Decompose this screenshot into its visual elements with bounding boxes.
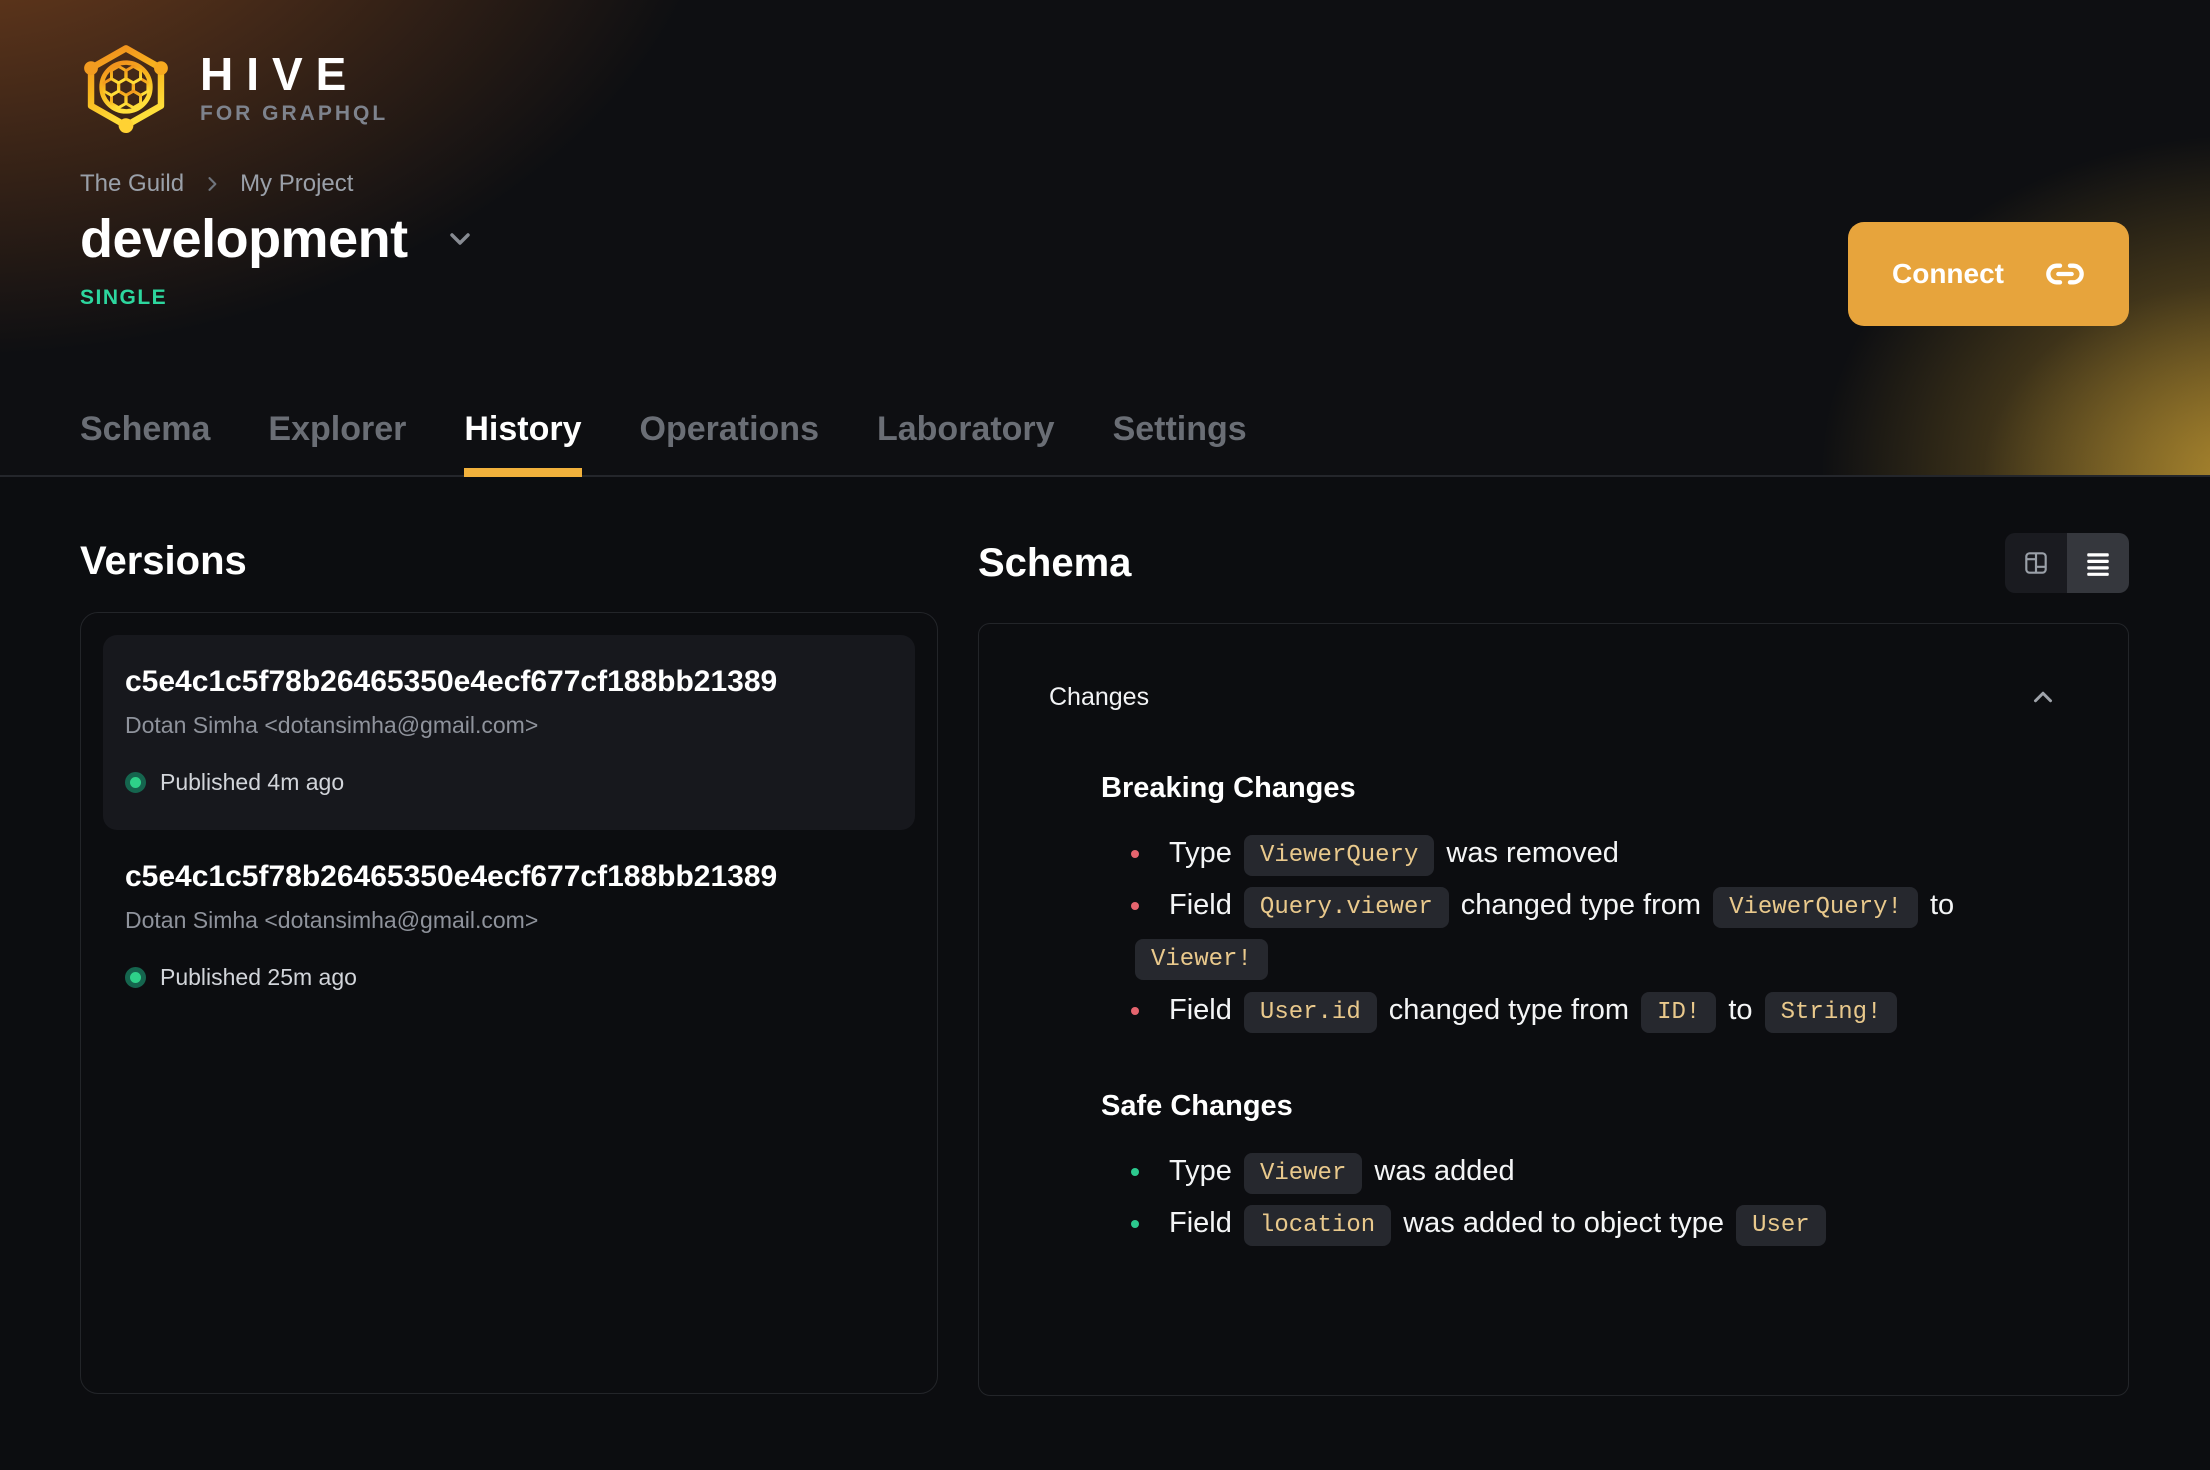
change-text: was added	[1366, 1154, 1515, 1187]
tab-explorer[interactable]: Explorer	[268, 410, 406, 475]
change-text: Field	[1169, 993, 1240, 1026]
breadcrumb-project[interactable]: My Project	[240, 170, 353, 198]
change-text: Field	[1169, 1206, 1240, 1239]
breadcrumb: The Guild My Project	[80, 170, 2130, 198]
code-chip: String!	[1764, 991, 1898, 1033]
view-toggle	[2005, 533, 2129, 593]
change-text: to	[1921, 889, 1955, 922]
version-card[interactable]: c5e4c1c5f78b26465350e4ecf677cf188bb21389…	[103, 635, 915, 830]
tab-schema[interactable]: Schema	[80, 410, 210, 475]
main-content: Versions c5e4c1c5f78b26465350e4ecf677cf1…	[0, 477, 2210, 1396]
change-text: changed type from	[1380, 993, 1638, 1026]
hive-logo-icon	[84, 45, 168, 133]
change-item: Type Viewer was added	[1131, 1145, 2031, 1197]
tab-settings[interactable]: Settings	[1113, 410, 1247, 475]
change-text: Field	[1169, 889, 1240, 922]
code-chip: ViewerQuery!	[1713, 887, 1918, 929]
version-status: Published 4m ago	[125, 769, 893, 796]
change-group-title: Breaking Changes	[1101, 772, 1356, 804]
chevron-down-icon[interactable]	[444, 223, 476, 255]
change-list: Type Viewer was addedField location was …	[1101, 1145, 2031, 1249]
connect-button[interactable]: Connect	[1848, 222, 2129, 326]
logo[interactable]: HIVE FOR GRAPHQL	[80, 0, 2130, 134]
code-chip: User	[1736, 1204, 1826, 1246]
link-icon	[2046, 263, 2084, 285]
change-item: Field Query.viewer changed type from Vie…	[1131, 879, 2031, 983]
versions-title: Versions	[80, 539, 247, 583]
version-hash: c5e4c1c5f78b26465350e4ecf677cf188bb21389	[125, 665, 778, 698]
logo-subtitle: FOR GRAPHQL	[200, 101, 389, 125]
code-chip: Viewer	[1243, 1152, 1363, 1194]
tab-operations[interactable]: Operations	[640, 410, 819, 475]
changes-header[interactable]: Changes	[1049, 682, 2058, 712]
schema-title: Schema	[978, 540, 1132, 585]
change-item: Type ViewerQuery was removed	[1131, 827, 2031, 879]
change-item: Field location was added to object type …	[1131, 1197, 2031, 1249]
code-chip: Query.viewer	[1243, 887, 1449, 929]
change-group: Safe Changes Type Viewer was addedField …	[1049, 1090, 2058, 1249]
versions-panel: c5e4c1c5f78b26465350e4ecf677cf188bb21389…	[80, 612, 938, 1394]
chevron-right-icon	[202, 174, 222, 194]
change-text: Type	[1169, 1154, 1240, 1187]
code-chip: location	[1243, 1204, 1392, 1246]
version-author: Dotan Simha <dotansimha@gmail.com>	[125, 907, 539, 933]
status-badge: SINGLE	[80, 286, 168, 309]
change-group-title: Safe Changes	[1101, 1089, 1293, 1122]
list-icon	[2087, 553, 2109, 576]
connect-label: Connect	[1892, 258, 2004, 289]
change-group: Breaking Changes Type ViewerQuery was re…	[1049, 772, 2058, 1036]
code-chip: ViewerQuery	[1243, 835, 1435, 876]
published-dot-icon	[125, 772, 146, 793]
change-list: Type ViewerQuery was removedField Query.…	[1101, 827, 2031, 1036]
logo-text: HIVE FOR GRAPHQL	[200, 51, 388, 124]
columns-icon	[2025, 552, 2047, 574]
change-text: Type	[1169, 837, 1240, 869]
code-chip: User.id	[1243, 991, 1377, 1033]
logo-title: HIVE	[200, 47, 360, 100]
tab-laboratory[interactable]: Laboratory	[877, 410, 1055, 475]
columns-view-button[interactable]	[2005, 533, 2067, 593]
target-title-row: development	[80, 208, 2130, 270]
code-chip: Viewer!	[1135, 939, 1268, 981]
version-card[interactable]: c5e4c1c5f78b26465350e4ecf677cf188bb21389…	[103, 830, 915, 1025]
versions-section: Versions c5e4c1c5f78b26465350e4ecf677cf1…	[80, 477, 938, 1396]
breadcrumb-org[interactable]: The Guild	[80, 170, 184, 198]
tab-bar: Schema Explorer History Operations Laborator…	[80, 410, 1247, 477]
changes-title: Changes	[1049, 682, 1150, 711]
page-header: HIVE FOR GRAPHQL The Guild My Project de…	[0, 0, 2210, 477]
list-view-button[interactable]	[2067, 533, 2129, 593]
change-text: changed type from	[1452, 889, 1710, 922]
change-text: to	[1720, 993, 1761, 1026]
changes-body: Breaking Changes Type ViewerQuery was re…	[1049, 772, 2058, 1249]
version-status-label: Published 4m ago	[160, 769, 345, 795]
change-item: Field User.id changed type from ID! to S…	[1131, 984, 2031, 1036]
change-text: was removed	[1438, 837, 1619, 869]
change-text: was added to object type	[1395, 1206, 1733, 1239]
schema-section: Schema Changes Breaking Changes • Type V…	[978, 477, 2129, 1396]
version-author: Dotan Simha <dotansimha@gmail.com>	[125, 712, 539, 738]
page-title: development	[80, 209, 408, 269]
chevron-up-icon	[2034, 691, 2052, 703]
version-status: Published 25m ago	[125, 964, 893, 991]
published-dot-icon	[125, 967, 146, 988]
changes-panel: Changes Breaking Changes Type ViewerQuer…	[978, 623, 2129, 1396]
tab-history[interactable]: History	[464, 410, 582, 477]
version-status-label: Published 25m ago	[160, 964, 357, 990]
version-hash: c5e4c1c5f78b26465350e4ecf677cf188bb21389	[125, 860, 778, 893]
code-chip: ID!	[1641, 991, 1717, 1033]
